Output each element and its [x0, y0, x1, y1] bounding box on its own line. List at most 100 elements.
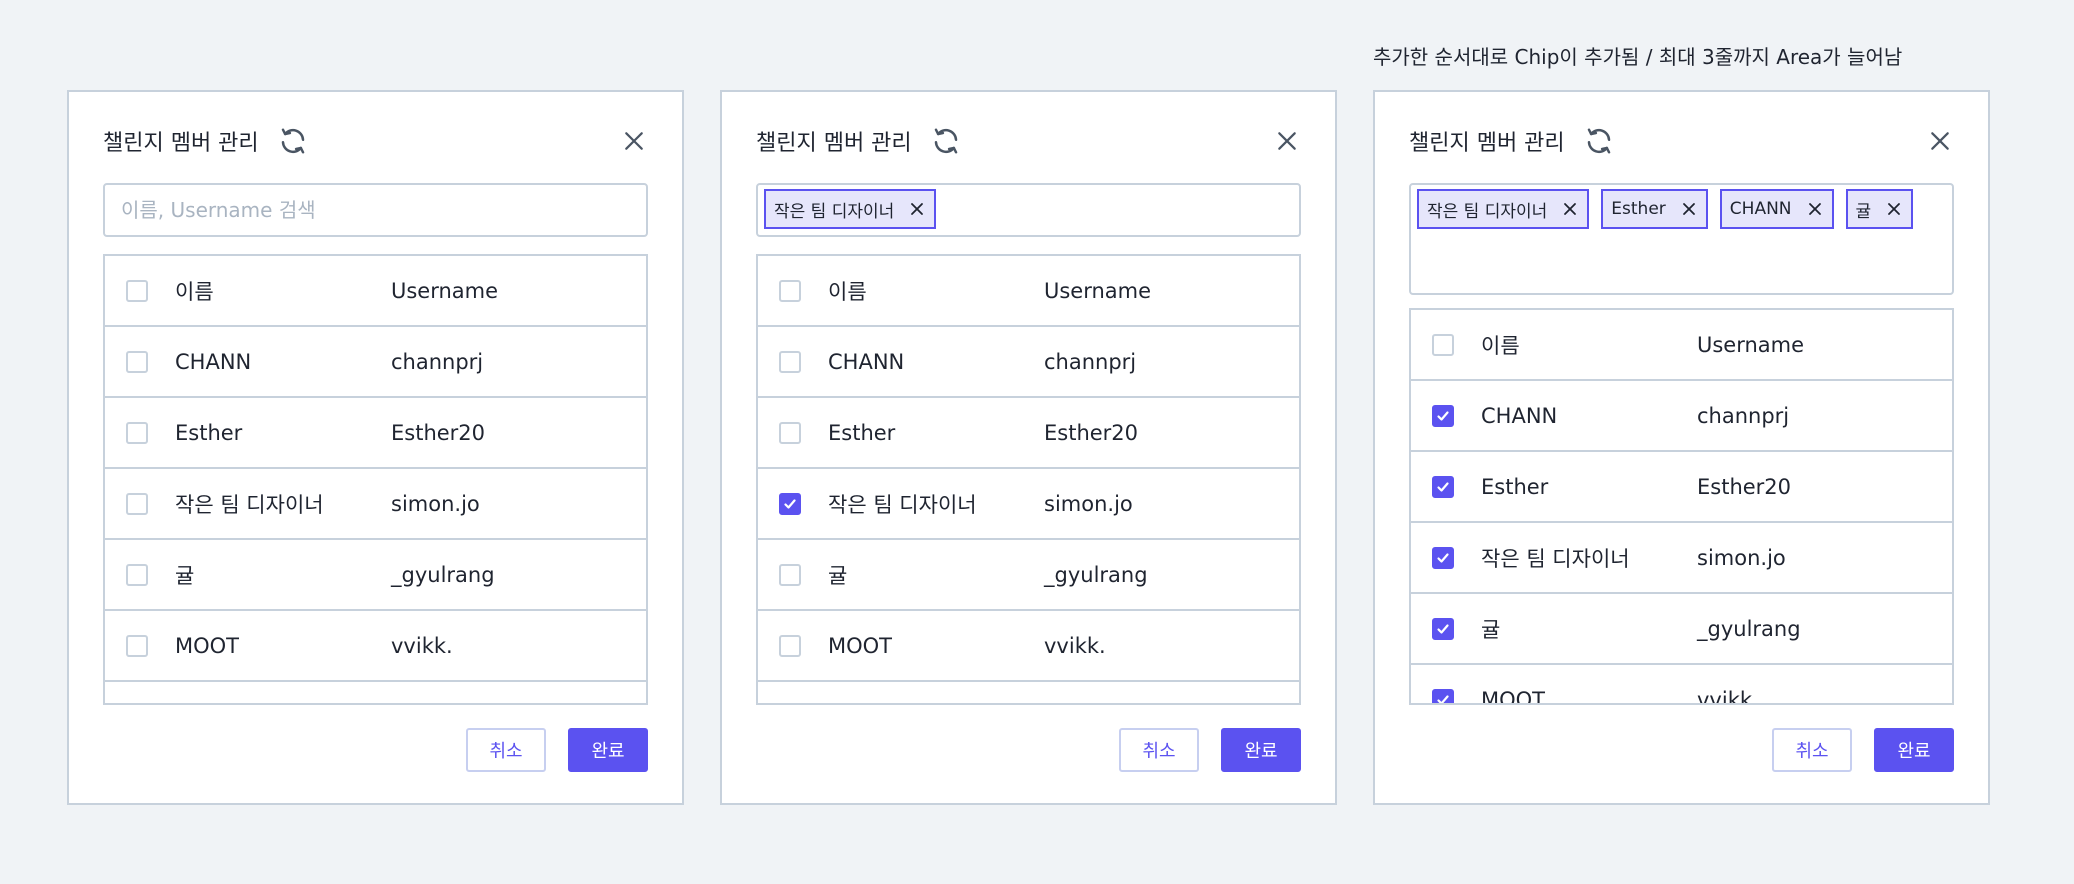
table-row[interactable]: MOOT vvikk. — [1411, 665, 1952, 705]
row-checkbox[interactable] — [1432, 475, 1454, 498]
close-icon[interactable] — [1926, 127, 1954, 155]
member-dialog: 챌린지 멤버 관리 이름, Username 검색 이름 Username CHAN… — [67, 90, 684, 805]
cancel-button[interactable]: 취소 — [466, 728, 546, 772]
row-checkbox[interactable] — [779, 421, 801, 444]
member-username: vvikk. — [391, 633, 453, 658]
table-row[interactable]: Esther Esther20 — [1411, 452, 1952, 523]
member-name: 귤 — [1481, 617, 1501, 642]
dialog-footer: 취소 완료 — [1772, 728, 1954, 772]
member-table: 이름 Username CHANN channprj Esther Esther20 작은 … — [1409, 308, 1954, 705]
chip-remove-icon[interactable] — [1680, 200, 1698, 218]
dialog-header: 챌린지 멤버 관리 — [103, 124, 648, 158]
chip-input[interactable]: 작은 팀 디자이너 — [756, 183, 1301, 237]
checkbox-cell — [1411, 546, 1481, 569]
member-username: channprj — [1697, 403, 1790, 428]
done-button[interactable]: 완료 — [1221, 728, 1301, 772]
row-checkbox[interactable] — [126, 350, 148, 373]
row-checkbox[interactable] — [126, 634, 148, 657]
chip-remove-icon[interactable] — [908, 200, 926, 218]
refresh-icon[interactable] — [1583, 125, 1615, 157]
close-icon[interactable] — [620, 127, 648, 155]
checkbox-cell — [105, 634, 175, 657]
select-all-checkbox[interactable] — [779, 279, 801, 302]
member-username: _gyulrang — [391, 562, 495, 587]
table-row[interactable]: MOOT vvikk. — [105, 611, 646, 682]
checkbox-cell — [758, 563, 828, 586]
row-checkbox[interactable] — [126, 563, 148, 586]
chip-input[interactable]: 작은 팀 디자이너 Esther CHANN 귤 — [1409, 183, 1954, 295]
table-header-row: 이름 Username — [105, 256, 646, 327]
row-checkbox[interactable] — [1432, 546, 1454, 569]
table-row[interactable]: 귤 _gyulrang — [758, 540, 1299, 611]
close-icon[interactable] — [1273, 127, 1301, 155]
column-header-username: Username — [1697, 332, 1805, 357]
row-checkbox[interactable] — [126, 421, 148, 444]
table-row[interactable]: Esther Esther20 — [758, 398, 1299, 469]
table-row[interactable]: CHANN channprj — [758, 327, 1299, 398]
table-header-row: 이름 Username — [758, 256, 1299, 327]
table-row[interactable]: CHANN channprj — [1411, 381, 1952, 452]
member-username: _gyulrang — [1697, 616, 1801, 641]
dialog-title: 챌린지 멤버 관리 — [1409, 131, 1565, 156]
cancel-button[interactable]: 취소 — [1119, 728, 1199, 772]
member-name: Esther — [828, 420, 896, 445]
checkbox-cell — [1411, 688, 1481, 703]
chip-label: 작은 팀 디자이너 — [774, 201, 895, 222]
member-username: channprj — [391, 349, 484, 374]
chip-label: 작은 팀 디자이너 — [1427, 201, 1548, 222]
table-row[interactable]: 작은 팀 디자이너 simon.jo — [105, 469, 646, 540]
cancel-button[interactable]: 취소 — [1772, 728, 1852, 772]
checkbox-cell — [105, 563, 175, 586]
checkbox-cell — [758, 350, 828, 373]
row-checkbox[interactable] — [1432, 617, 1454, 640]
table-row[interactable]: Esther Esther20 — [105, 398, 646, 469]
row-checkbox[interactable] — [779, 492, 801, 515]
row-checkbox[interactable] — [1432, 404, 1454, 427]
chip-remove-icon[interactable] — [1885, 200, 1903, 218]
member-username: Esther20 — [1697, 474, 1792, 499]
member-name: Esther — [175, 420, 243, 445]
row-checkbox[interactable] — [779, 350, 801, 373]
search-input[interactable]: 이름, Username 검색 — [103, 183, 648, 237]
table-row[interactable]: MOOT vvikk. — [758, 611, 1299, 682]
select-all-checkbox[interactable] — [1432, 333, 1454, 356]
selected-chip: Esther — [1601, 189, 1708, 229]
column-header-name: 이름 — [1481, 333, 1520, 358]
column-header-username: Username — [391, 278, 499, 303]
column-header-username: Username — [1044, 278, 1152, 303]
member-name: MOOT — [828, 633, 893, 658]
table-row[interactable]: 귤 _gyulrang — [105, 540, 646, 611]
dialog-header: 챌린지 멤버 관리 — [756, 124, 1301, 158]
done-button[interactable]: 완료 — [568, 728, 648, 772]
table-row[interactable]: 작은 팀 디자이너 simon.jo — [1411, 523, 1952, 594]
member-username: vvikk. — [1697, 687, 1759, 705]
chip-label: 귤 — [1855, 201, 1872, 222]
table-row[interactable]: CHANN channprj — [105, 327, 646, 398]
member-name: MOOT — [1481, 687, 1546, 705]
selected-chip: 작은 팀 디자이너 — [1417, 189, 1590, 229]
chip-remove-icon[interactable] — [1561, 200, 1579, 218]
member-name: 작은 팀 디자이너 — [175, 492, 324, 517]
row-checkbox[interactable] — [779, 563, 801, 586]
table-row-empty — [758, 682, 1299, 703]
checkbox-cell — [1411, 333, 1481, 356]
table-row[interactable]: 귤 _gyulrang — [1411, 594, 1952, 665]
refresh-icon[interactable] — [277, 125, 309, 157]
member-name: MOOT — [175, 633, 240, 658]
member-name: CHANN — [175, 349, 252, 374]
done-button[interactable]: 완료 — [1874, 728, 1954, 772]
dialog-footer: 취소 완료 — [466, 728, 648, 772]
row-checkbox[interactable] — [1432, 688, 1454, 703]
row-checkbox[interactable] — [126, 492, 148, 515]
table-row[interactable]: 작은 팀 디자이너 simon.jo — [758, 469, 1299, 540]
row-checkbox[interactable] — [779, 634, 801, 657]
checkbox-cell — [758, 279, 828, 302]
table-row-empty — [105, 682, 646, 703]
checkbox-cell — [758, 634, 828, 657]
member-name: 작은 팀 디자이너 — [828, 492, 977, 517]
select-all-checkbox[interactable] — [126, 279, 148, 302]
member-username: _gyulrang — [1044, 562, 1148, 587]
chip-remove-icon[interactable] — [1806, 200, 1824, 218]
annotation-note: 추가한 순서대로 Chip이 추가됨 / 최대 3줄까지 Area가 늘어남 — [1373, 45, 1903, 69]
refresh-icon[interactable] — [930, 125, 962, 157]
